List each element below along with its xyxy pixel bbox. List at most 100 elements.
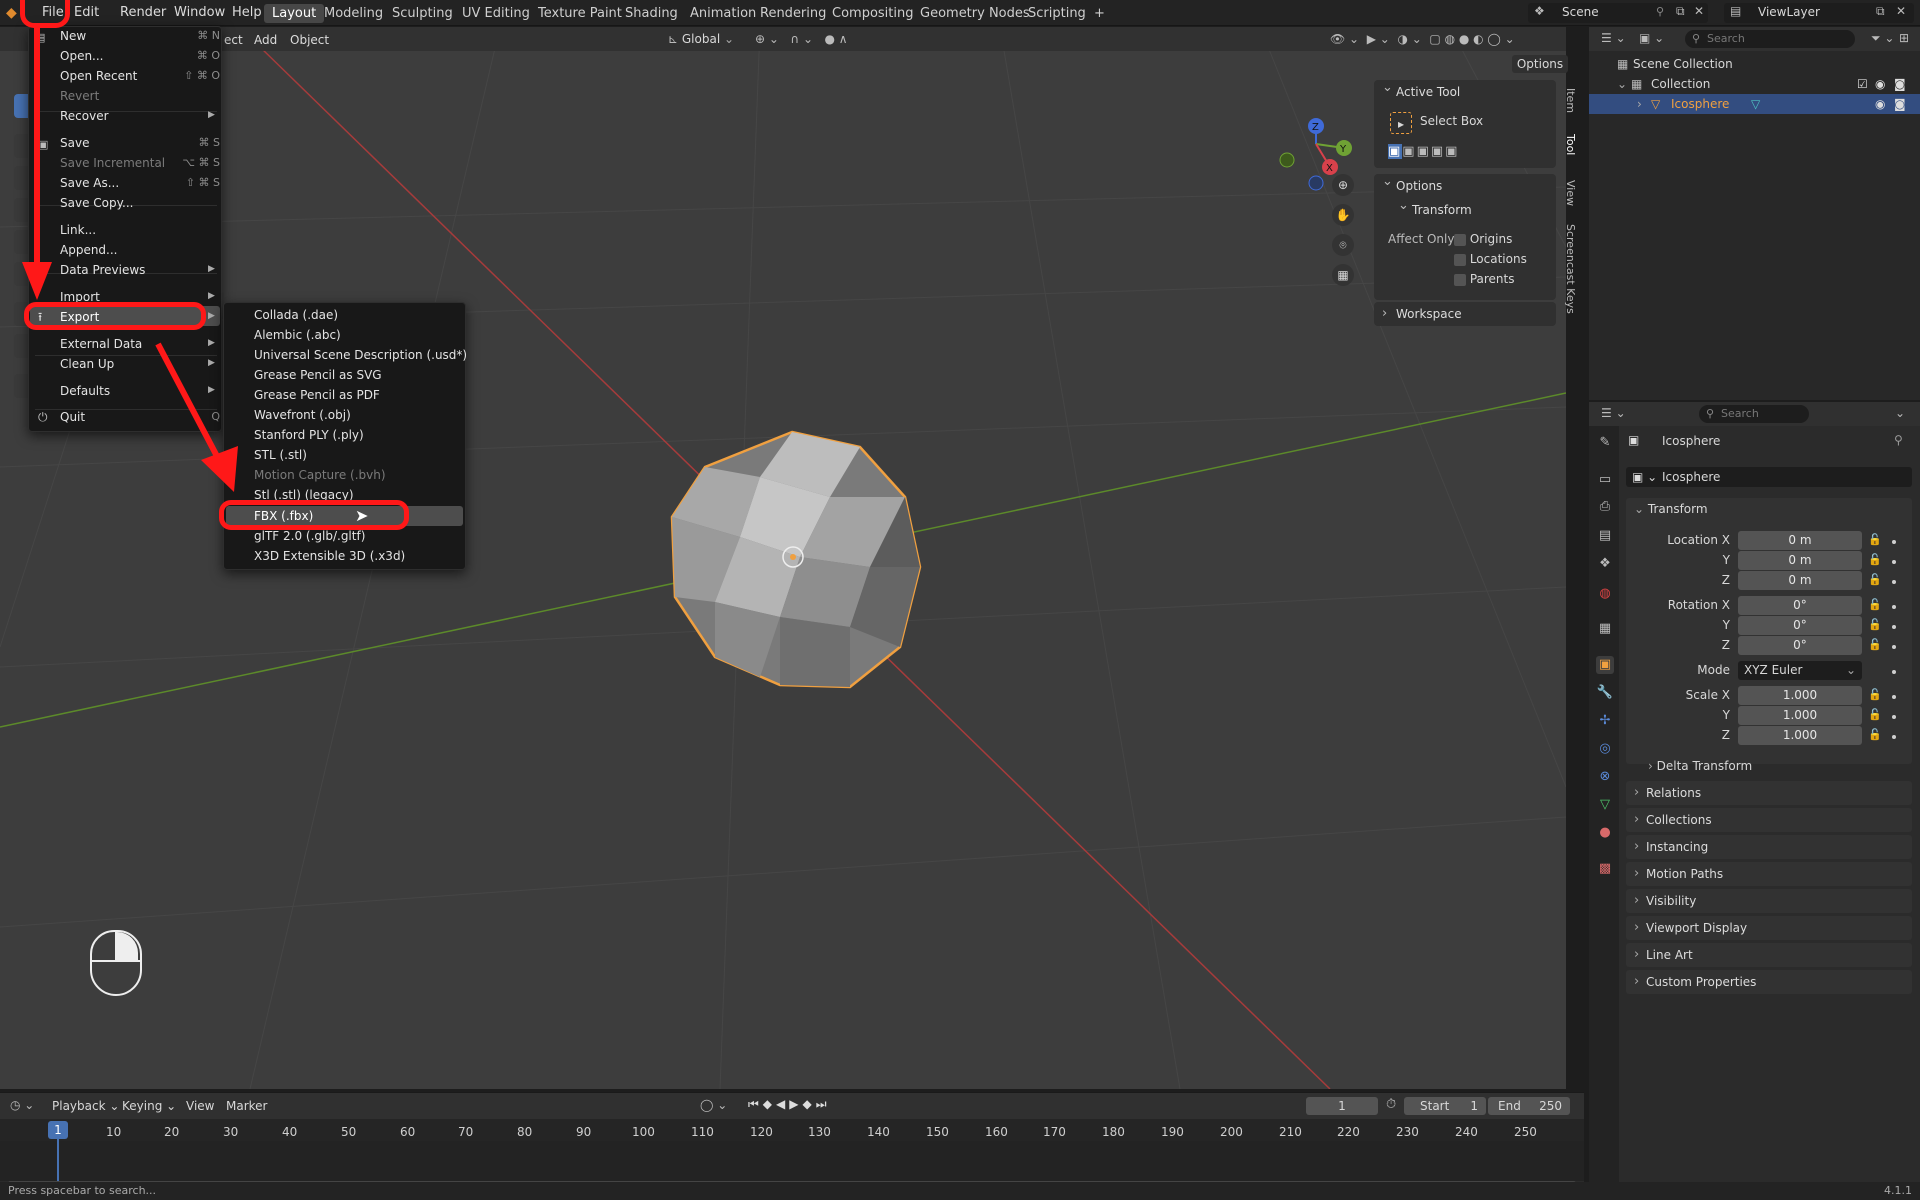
- lock-icon[interactable]: 🔓: [1868, 598, 1882, 611]
- menu-playback[interactable]: Playback ⌄: [52, 1099, 119, 1113]
- line-art-section[interactable]: Line Art: [1626, 943, 1912, 967]
- active-tool-header[interactable]: Active Tool: [1374, 76, 1556, 104]
- custom-properties-section[interactable]: Custom Properties: [1626, 970, 1912, 994]
- tab-tool[interactable]: Tool: [1564, 134, 1577, 155]
- modifier-tab-icon[interactable]: 🔧: [1596, 684, 1614, 702]
- particles-tab-icon[interactable]: ✢: [1596, 712, 1614, 730]
- relations-section[interactable]: Relations: [1626, 781, 1912, 805]
- frame-track-area[interactable]: [0, 1141, 1584, 1181]
- scene-collection-row[interactable]: ▦ Scene Collection: [1589, 54, 1920, 74]
- tab-uv-editing[interactable]: UV Editing: [454, 4, 538, 23]
- constraints-tab-icon[interactable]: ⊗: [1596, 768, 1614, 786]
- render-camera-icon[interactable]: ◙: [1894, 74, 1906, 94]
- origins-checkbox[interactable]: Origins: [1454, 232, 1512, 246]
- display-mode-icon[interactable]: ▣ ⌄: [1639, 31, 1664, 45]
- delete-scene-icon[interactable]: ✕: [1694, 4, 1704, 18]
- tab-modeling[interactable]: Modeling: [316, 4, 391, 23]
- transform-header[interactable]: ⌄ Transform: [1634, 502, 1708, 516]
- delete-view-layer-icon[interactable]: ✕: [1896, 4, 1906, 18]
- tab-texture-paint[interactable]: Texture Paint: [530, 4, 630, 23]
- outliner-search-input[interactable]: ⚲ Search: [1685, 30, 1855, 48]
- tab-item[interactable]: Item: [1564, 88, 1577, 113]
- chevron-right-icon[interactable]: ›: [1637, 94, 1642, 114]
- keyframe-dot-icon[interactable]: [1892, 715, 1896, 719]
- pivot-snap-controls[interactable]: ⊕ ⌄ ∩ ⌄ ● ∧: [755, 30, 895, 49]
- collection-row[interactable]: ⌄ ▦ Collection ☑ ◉ ◙: [1589, 74, 1920, 94]
- properties-search-input[interactable]: ⚲ Search: [1699, 405, 1809, 423]
- location-x-field[interactable]: 0 m: [1738, 531, 1862, 550]
- options-button[interactable]: Options ⌄: [1512, 55, 1568, 89]
- pin-icon[interactable]: ⚲: [1894, 433, 1903, 447]
- new-collection-icon[interactable]: ⊞: [1899, 31, 1909, 45]
- collection-tab-icon[interactable]: ▦: [1596, 620, 1614, 638]
- outliner-editor-icon[interactable]: ☰ ⌄: [1601, 31, 1626, 45]
- add-workspace-button[interactable]: +: [1086, 4, 1113, 23]
- menu-marker[interactable]: Marker: [226, 1099, 267, 1113]
- view-layer-selector[interactable]: ▤ ViewLayer ⧉ ✕: [1724, 3, 1914, 23]
- playhead-frame-badge[interactable]: 1: [48, 1121, 68, 1139]
- pin-icon[interactable]: ⚲: [1656, 5, 1664, 18]
- transform-subheader[interactable]: Transform: [1390, 194, 1556, 222]
- motion-paths-section[interactable]: Motion Paths: [1626, 862, 1912, 886]
- keyframe-dot-icon[interactable]: [1892, 560, 1896, 564]
- visibility-eye-icon[interactable]: ◉: [1875, 94, 1885, 114]
- keyframe-dot-icon[interactable]: [1892, 625, 1896, 629]
- tab-sculpting[interactable]: Sculpting: [384, 4, 461, 23]
- lock-icon[interactable]: 🔓: [1868, 688, 1882, 701]
- rotation-z-field[interactable]: 0°: [1738, 636, 1862, 655]
- workspace-header[interactable]: Workspace: [1374, 302, 1556, 326]
- render-tab-icon[interactable]: ▭: [1596, 471, 1614, 489]
- keyframe-dot-icon[interactable]: [1892, 605, 1896, 609]
- lock-icon[interactable]: 🔓: [1868, 533, 1882, 546]
- mesh-data-tab-icon[interactable]: ▽: [1596, 796, 1614, 814]
- render-camera-icon[interactable]: ◙: [1894, 94, 1906, 114]
- properties-editor-icon[interactable]: ☰ ⌄: [1601, 406, 1626, 420]
- export-x3d[interactable]: X3D Extensible 3D (.x3d): [254, 547, 405, 565]
- orientation-dropdown[interactable]: ⊾ Global ⌄: [668, 30, 748, 49]
- rotation-x-field[interactable]: 0°: [1738, 596, 1862, 615]
- selection-mode-buttons[interactable]: ▣▣▣▣▣: [1388, 144, 1478, 162]
- locations-checkbox[interactable]: Locations: [1454, 252, 1527, 266]
- texture-tab-icon[interactable]: ▩: [1596, 860, 1614, 878]
- stopwatch-icon[interactable]: ⏱: [1386, 1097, 1396, 1112]
- viewport-shading-controls[interactable]: 👁 ⌄ ▶ ⌄ ◑ ⌄ ▢ ◍ ● ◐ ◯ ⌄: [1330, 30, 1570, 49]
- current-frame-field[interactable]: 1: [1306, 1097, 1378, 1115]
- output-tab-icon[interactable]: ⎙: [1596, 498, 1614, 516]
- keyframe-dot-icon[interactable]: [1892, 540, 1896, 544]
- viewport-display-section[interactable]: Viewport Display: [1626, 916, 1912, 940]
- scene-selector[interactable]: ❖ Scene ⚲ ⧉ ✕: [1528, 3, 1708, 23]
- start-frame-field[interactable]: Start 1: [1404, 1097, 1486, 1115]
- keyframe-dot-icon[interactable]: [1892, 695, 1896, 699]
- tab-scripting[interactable]: Scripting: [1020, 4, 1094, 23]
- tab-compositing[interactable]: Compositing: [824, 4, 922, 23]
- scale-x-field[interactable]: 1.000: [1738, 686, 1862, 705]
- lock-icon[interactable]: 🔓: [1868, 638, 1882, 651]
- lock-icon[interactable]: 🔓: [1868, 618, 1882, 631]
- visibility-section[interactable]: Visibility: [1626, 889, 1912, 913]
- instancing-section[interactable]: Instancing: [1626, 835, 1912, 859]
- keyframe-dot-icon[interactable]: [1892, 580, 1896, 584]
- collections-section[interactable]: Collections: [1626, 808, 1912, 832]
- delta-transform-header[interactable]: › Delta Transform: [1648, 759, 1752, 773]
- physics-tab-icon[interactable]: ◎: [1596, 740, 1614, 758]
- tab-shading[interactable]: Shading: [617, 4, 686, 23]
- tab-view[interactable]: View: [1564, 180, 1577, 206]
- icosphere-object[interactable]: [670, 430, 922, 689]
- object-datablock-field[interactable]: ▣ ⌄ Icosphere: [1626, 467, 1912, 487]
- perspective-grid-icon[interactable]: ▦: [1332, 264, 1354, 286]
- menu-keying[interactable]: Keying ⌄: [122, 1099, 176, 1113]
- keyframe-dot-icon[interactable]: [1892, 735, 1896, 739]
- exclude-checkbox[interactable]: ☑: [1857, 74, 1868, 94]
- keyframe-dot-icon[interactable]: [1892, 645, 1896, 649]
- rotation-y-field[interactable]: 0°: [1738, 616, 1862, 635]
- menu-view[interactable]: View: [186, 1099, 214, 1113]
- new-view-layer-icon[interactable]: ⧉: [1876, 4, 1885, 19]
- zoom-icon[interactable]: ⊕: [1332, 174, 1354, 196]
- material-tab-icon[interactable]: ●: [1596, 824, 1614, 842]
- end-frame-field[interactable]: End 250: [1488, 1097, 1570, 1115]
- location-y-field[interactable]: 0 m: [1738, 551, 1862, 570]
- object-tab-icon[interactable]: ▣: [1596, 656, 1614, 674]
- lock-icon[interactable]: 🔓: [1868, 553, 1882, 566]
- tab-geometry-nodes[interactable]: Geometry Nodes: [912, 4, 1038, 23]
- world-tab-icon[interactable]: ◍: [1596, 585, 1614, 603]
